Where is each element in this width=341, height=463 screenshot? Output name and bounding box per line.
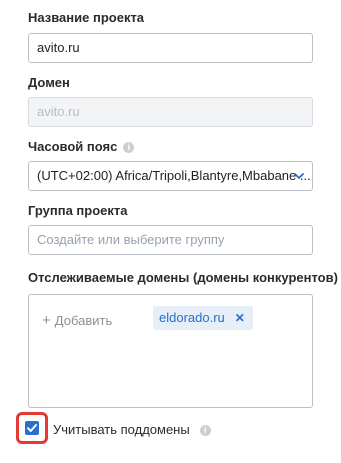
info-icon[interactable]: i: [199, 425, 211, 437]
tracked-domains-box[interactable]: + Добавить eldorado.ru ✕: [28, 294, 313, 408]
project-group-input[interactable]: Создайте или выберите группу: [28, 225, 313, 255]
project-name-input[interactable]: avito.ru: [28, 33, 313, 63]
plus-icon: +: [42, 312, 51, 329]
timezone-label: Часовой пояс i: [28, 139, 135, 154]
subdomains-checkbox[interactable]: [25, 421, 39, 435]
domain-chip-label: eldorado.ru: [159, 310, 225, 325]
tracked-domains-label: Отслеживаемые домены (домены конкурентов…: [28, 270, 338, 285]
timezone-select[interactable]: (UTC+02:00) Africa/Tripoli,Blantyre,Mbab…: [28, 161, 313, 191]
domain-label: Домен: [28, 75, 70, 90]
info-icon[interactable]: i: [123, 142, 135, 154]
domain-input: avito.ru: [28, 97, 313, 127]
chevron-down-icon: [294, 173, 304, 179]
timezone-label-text: Часовой пояс: [28, 139, 118, 154]
project-name-label: Название проекта: [28, 10, 145, 25]
close-icon[interactable]: ✕: [235, 311, 245, 325]
project-group-label: Группа проекта: [28, 203, 128, 218]
subdomains-label-text: Учитывать поддомены: [53, 422, 190, 437]
checkmark-icon: [27, 424, 37, 432]
domain-chip: eldorado.ru ✕: [153, 306, 253, 330]
add-domain-label: Добавить: [54, 313, 113, 328]
subdomains-label: Учитывать поддомены i: [53, 422, 211, 437]
timezone-value: (UTC+02:00) Africa/Tripoli,Blantyre,Mbab…: [37, 168, 311, 183]
add-domain-button[interactable]: + Добавить: [42, 312, 112, 329]
